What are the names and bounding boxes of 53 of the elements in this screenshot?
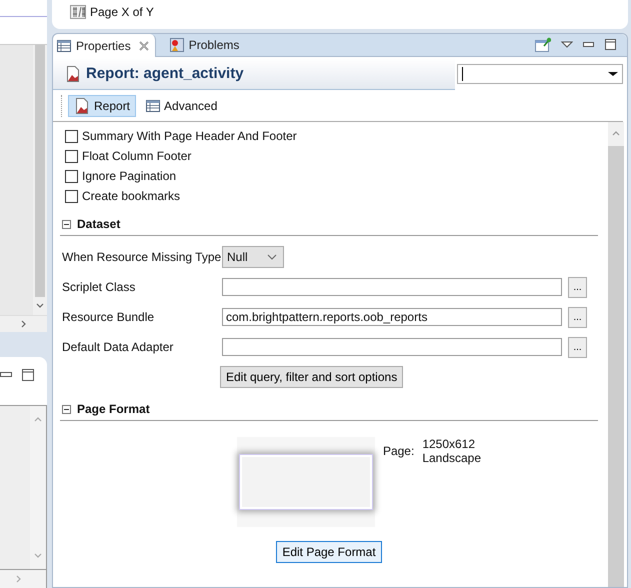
section-title: Dataset (77, 217, 120, 231)
vertical-scrollbar[interactable] (33, 45, 47, 315)
browse-button[interactable]: ... (568, 276, 587, 298)
page-size: 1250x612 (422, 437, 476, 451)
item-label[interactable]: Page X of Y (90, 5, 154, 19)
view-tab[interactable]: Problems (166, 34, 246, 56)
checkbox[interactable] (65, 170, 78, 182)
browse-button[interactable]: ... (568, 306, 587, 328)
view-menu-icon[interactable] (561, 41, 573, 49)
field-label: Resource Bundle (62, 310, 156, 324)
select-field[interactable]: Null (222, 246, 284, 268)
vertical-scrollbar[interactable] (608, 122, 624, 587)
minimize-icon[interactable] (583, 42, 595, 48)
checkbox-label: Summary With Page Header And Footer (82, 129, 297, 143)
editor-canvas (0, 0, 47, 44)
close-icon[interactable] (138, 40, 149, 50)
minimize-icon[interactable] (0, 372, 12, 378)
section-title: Page Format (77, 402, 150, 416)
report-icon (74, 98, 90, 114)
maximize-icon[interactable] (22, 369, 34, 381)
checkbox-label: Float Column Footer (82, 149, 192, 163)
checkbox-label: Create bookmarks (82, 189, 180, 203)
field-label: When Resource Missing Type (62, 250, 222, 264)
report-title: Report: agent_activity (86, 65, 244, 82)
input-field[interactable]: com.brightpattern.reports.oob_reports (222, 308, 562, 326)
field-label: Scriplet Class (62, 280, 136, 294)
collapse-icon[interactable] (62, 404, 71, 414)
problems-icon (170, 38, 184, 52)
browse-button[interactable]: ... (568, 336, 587, 358)
page-number-icon (70, 5, 86, 19)
maximize-icon[interactable] (605, 39, 617, 51)
pin-icon[interactable] (535, 37, 551, 53)
horizontal-scrollbar[interactable] (0, 315, 47, 332)
checkbox[interactable] (65, 190, 78, 202)
input-field[interactable] (222, 338, 562, 356)
table-icon (57, 40, 71, 52)
checkbox[interactable] (65, 130, 78, 142)
section-tab[interactable]: Advanced (140, 96, 224, 116)
view-tab[interactable]: Properties (53, 34, 156, 57)
edit-query-button[interactable]: Edit query, filter and sort options (220, 366, 404, 388)
input-field[interactable] (222, 278, 562, 296)
edit-page-format-button[interactable]: Edit Page Format (276, 541, 382, 563)
checkbox-label: Ignore Pagination (82, 169, 176, 183)
chevron-down-icon (267, 254, 277, 260)
page-label: Page: (382, 444, 414, 458)
checkbox[interactable] (65, 150, 78, 162)
section-tab[interactable]: Report (68, 95, 136, 117)
report-icon (65, 66, 81, 82)
page-orientation: Landscape (422, 451, 482, 465)
table-icon (146, 100, 160, 112)
collapse-icon[interactable] (62, 220, 71, 228)
dropdown-icon[interactable] (608, 71, 618, 77)
field-label: Default Data Adapter (62, 340, 174, 354)
